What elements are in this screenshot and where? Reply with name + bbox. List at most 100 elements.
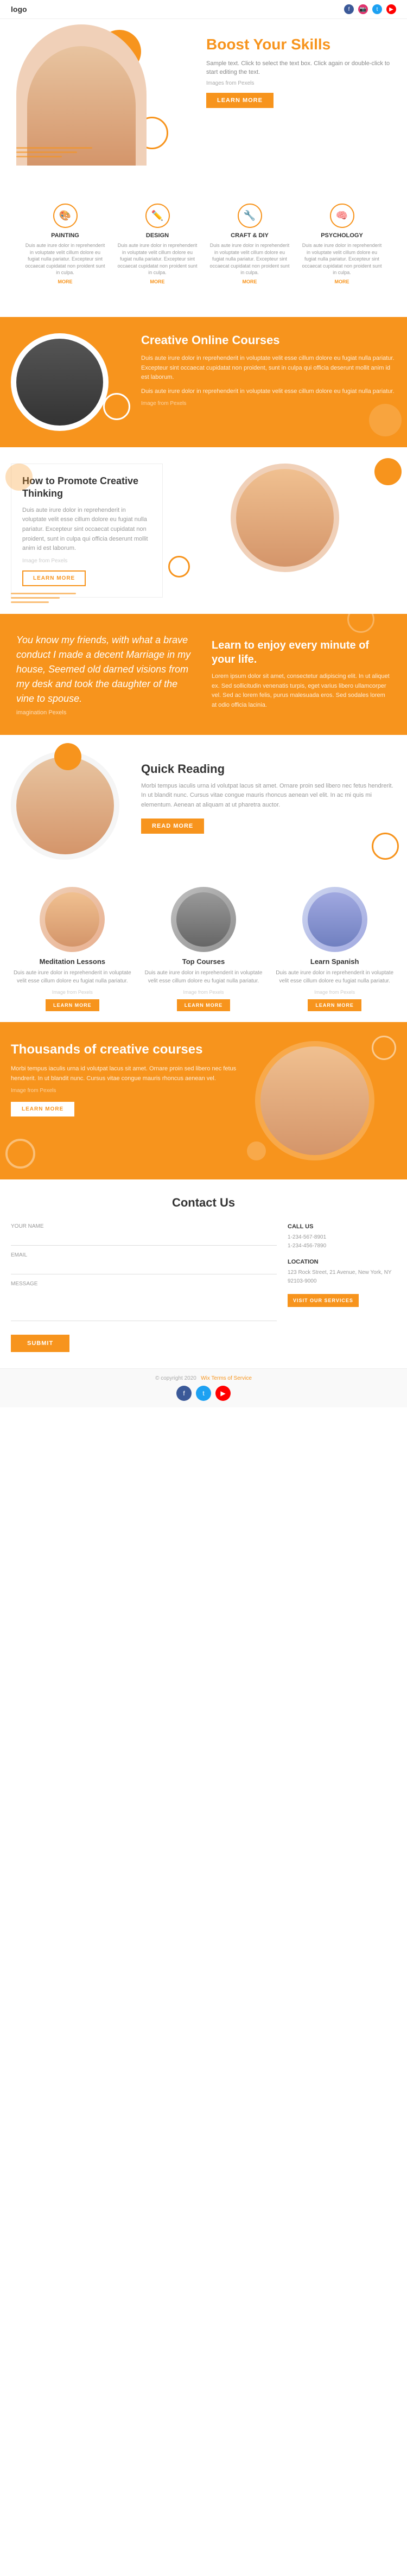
quote-right-title: Learn to enjoy every minute of your life… <box>212 638 391 667</box>
promote-image-area <box>174 464 396 572</box>
card-meditation-button[interactable]: LEARN MORE <box>46 999 99 1011</box>
card-learn-spanish-note: Image from Pexels <box>273 989 396 995</box>
facebook-icon-footer[interactable]: f <box>176 1386 192 1401</box>
card-meditation: Meditation Lessons Duis aute irure dolor… <box>11 887 134 1011</box>
quote-right: Learn to enjoy every minute of your life… <box>212 638 391 710</box>
thousands-deco-circle-top <box>372 1036 396 1060</box>
form-name-input[interactable] <box>11 1231 277 1246</box>
form-email-input[interactable] <box>11 1260 277 1274</box>
visit-services-button[interactable]: VISIT OUR SERVICES <box>288 1294 359 1307</box>
youtube-icon-header[interactable]: ▶ <box>386 4 396 14</box>
hero-title: Boost Your Skills <box>206 35 391 54</box>
category-design-more[interactable]: MORE <box>117 279 198 284</box>
form-name-label: YOUR NAME <box>11 1223 277 1229</box>
category-psychology-text: Duis aute irure dolor in reprehenderit i… <box>301 242 383 276</box>
promote-outline-circle <box>168 556 190 578</box>
social-icons-header: f 📷 t ▶ <box>344 4 396 14</box>
thousands-content: Thousands of creative courses Morbi temp… <box>11 1041 244 1116</box>
card-top-courses-title: Top Courses <box>142 957 265 966</box>
kid-image-circle <box>231 464 339 572</box>
kid-image-placeholder <box>236 469 334 567</box>
online-courses-text2: Duis aute irure dolor in reprehenderit i… <box>141 387 396 397</box>
craft-icon: 🔧 <box>238 204 262 228</box>
online-courses-content: Creative Online Courses Duis aute irure … <box>141 333 396 407</box>
card-top-courses-button[interactable]: LEARN MORE <box>177 999 231 1011</box>
form-group-message: MESSAGE <box>11 1281 277 1324</box>
hero-section: Boost Your Skills Sample text. Click to … <box>0 19 407 171</box>
form-submit-button[interactable]: SUBMIT <box>11 1335 69 1352</box>
wave-bottom-decoration <box>11 593 76 606</box>
thousands-deco-circle-bottom <box>247 1141 266 1160</box>
quick-reading-section: Quick Reading Morbi tempus iaculis urna … <box>0 735 407 876</box>
logo: logo <box>11 5 27 14</box>
promote-text: Duis aute irure dolor in reprehenderit i… <box>22 506 151 554</box>
promote-title: How to Promote Creative Thinking <box>22 475 151 500</box>
thousands-image-area <box>255 1041 396 1160</box>
quick-reading-read-more-button[interactable]: READ MORE <box>141 819 204 834</box>
form-message-label: MESSAGE <box>11 1281 277 1287</box>
cards-section: Meditation Lessons Duis aute irure dolor… <box>0 876 407 1022</box>
online-courses-title: Creative Online Courses <box>141 333 396 347</box>
card-learn-spanish-text: Duis aute irure dolor in reprehenderit i… <box>273 969 396 985</box>
youtube-icon-footer[interactable]: ▶ <box>215 1386 231 1401</box>
contact-title: Contact Us <box>11 1196 396 1210</box>
learn-spanish-img-placeholder <box>308 892 362 947</box>
twitter-icon-footer[interactable]: t <box>196 1386 211 1401</box>
painting-icon: 🎨 <box>53 204 78 228</box>
categories-grid: 🎨 PAINTING Duis aute irure dolor in repr… <box>11 182 396 306</box>
form-message-textarea[interactable] <box>11 1289 277 1321</box>
promote-image-note: Image from Pexels <box>22 558 151 564</box>
promote-learn-more-button[interactable]: LEARN MORE <box>22 570 86 586</box>
category-psychology-more[interactable]: MORE <box>301 279 383 284</box>
contact-grid: YOUR NAME EMAIL MESSAGE SUBMIT CALL US 1… <box>11 1223 396 1352</box>
thousands-text: Morbi tempus iaculis urna id volutpat la… <box>11 1064 244 1083</box>
card-learn-spanish-title: Learn Spanish <box>273 957 396 966</box>
twitter-icon-header[interactable]: t <box>372 4 382 14</box>
category-craft: 🔧 CRAFT & DIY Duis aute irure dolor in r… <box>206 198 293 290</box>
facebook-icon-header[interactable]: f <box>344 4 354 14</box>
instagram-icon-header[interactable]: 📷 <box>358 4 368 14</box>
call-us-title: CALL US <box>288 1223 396 1230</box>
contact-call-us: CALL US 1-234-567-8901 1-234-456-7890 <box>288 1223 396 1251</box>
thousands-left-circle <box>5 1139 35 1169</box>
thousands-title: Thousands of creative courses <box>11 1041 244 1058</box>
thousands-image-note: Image from Pexels <box>11 1088 244 1094</box>
footer-social-icons: f t ▶ <box>11 1386 396 1401</box>
online-courses-image-area <box>11 333 130 431</box>
category-painting-more[interactable]: MORE <box>24 279 106 284</box>
quote-left: You know my friends, with what a brave c… <box>16 633 195 716</box>
quote-text: You know my friends, with what a brave c… <box>16 633 195 706</box>
promote-section: How to Promote Creative Thinking Duis au… <box>0 447 407 614</box>
contact-section: Contact Us YOUR NAME EMAIL MESSAGE SUBMI… <box>0 1179 407 1368</box>
wave-line-3 <box>16 156 62 157</box>
hero-person-image <box>16 24 147 166</box>
card-learn-spanish-button[interactable]: LEARN MORE <box>308 999 361 1011</box>
quick-person-placeholder <box>16 757 114 854</box>
footer-copyright: © copyright 2020 Wix Terms of Service <box>11 1375 396 1381</box>
hero-learn-more-button[interactable]: LEARN MORE <box>206 93 274 108</box>
thousands-learn-more-button[interactable]: LEARN MORE <box>11 1102 74 1116</box>
thousands-section: Thousands of creative courses Morbi temp… <box>0 1022 407 1179</box>
category-design: ✏️ DESIGN Duis aute irure dolor in repre… <box>114 198 201 290</box>
contact-form: YOUR NAME EMAIL MESSAGE SUBMIT <box>11 1223 277 1352</box>
category-design-title: DESIGN <box>117 232 198 239</box>
top-courses-image <box>171 887 236 952</box>
category-craft-more[interactable]: MORE <box>209 279 290 284</box>
quick-orange-circle <box>54 743 81 770</box>
category-craft-text: Duis aute irure dolor in reprehenderit i… <box>209 242 290 276</box>
contact-info: CALL US 1-234-567-8901 1-234-456-7890 LO… <box>288 1223 396 1352</box>
site-footer: © copyright 2020 Wix Terms of Service f … <box>0 1368 407 1407</box>
category-psychology: 🧠 PSYCHOLOGY Duis aute irure dolor in re… <box>298 198 385 290</box>
hero-image-note: Images from Pexels <box>206 80 391 86</box>
card-top-courses-note: Image from Pexels <box>142 989 265 995</box>
quick-reading-content: Quick Reading Morbi tempus iaculis urna … <box>141 751 396 834</box>
hero-sample-text: Sample text. Click to select the text bo… <box>206 59 391 77</box>
quick-reading-title: Quick Reading <box>141 762 396 776</box>
promote-orange-circle <box>374 458 402 485</box>
card-meditation-title: Meditation Lessons <box>11 957 134 966</box>
footer-link[interactable]: Wix Terms of Service <box>201 1375 252 1381</box>
quote-right-text: Lorem ipsum dolor sit amet, consectetur … <box>212 672 391 710</box>
card-top-courses: Top Courses Duis aute irure dolor in rep… <box>142 887 265 1011</box>
form-group-email: EMAIL <box>11 1252 277 1274</box>
promote-bg-circle <box>5 464 33 491</box>
